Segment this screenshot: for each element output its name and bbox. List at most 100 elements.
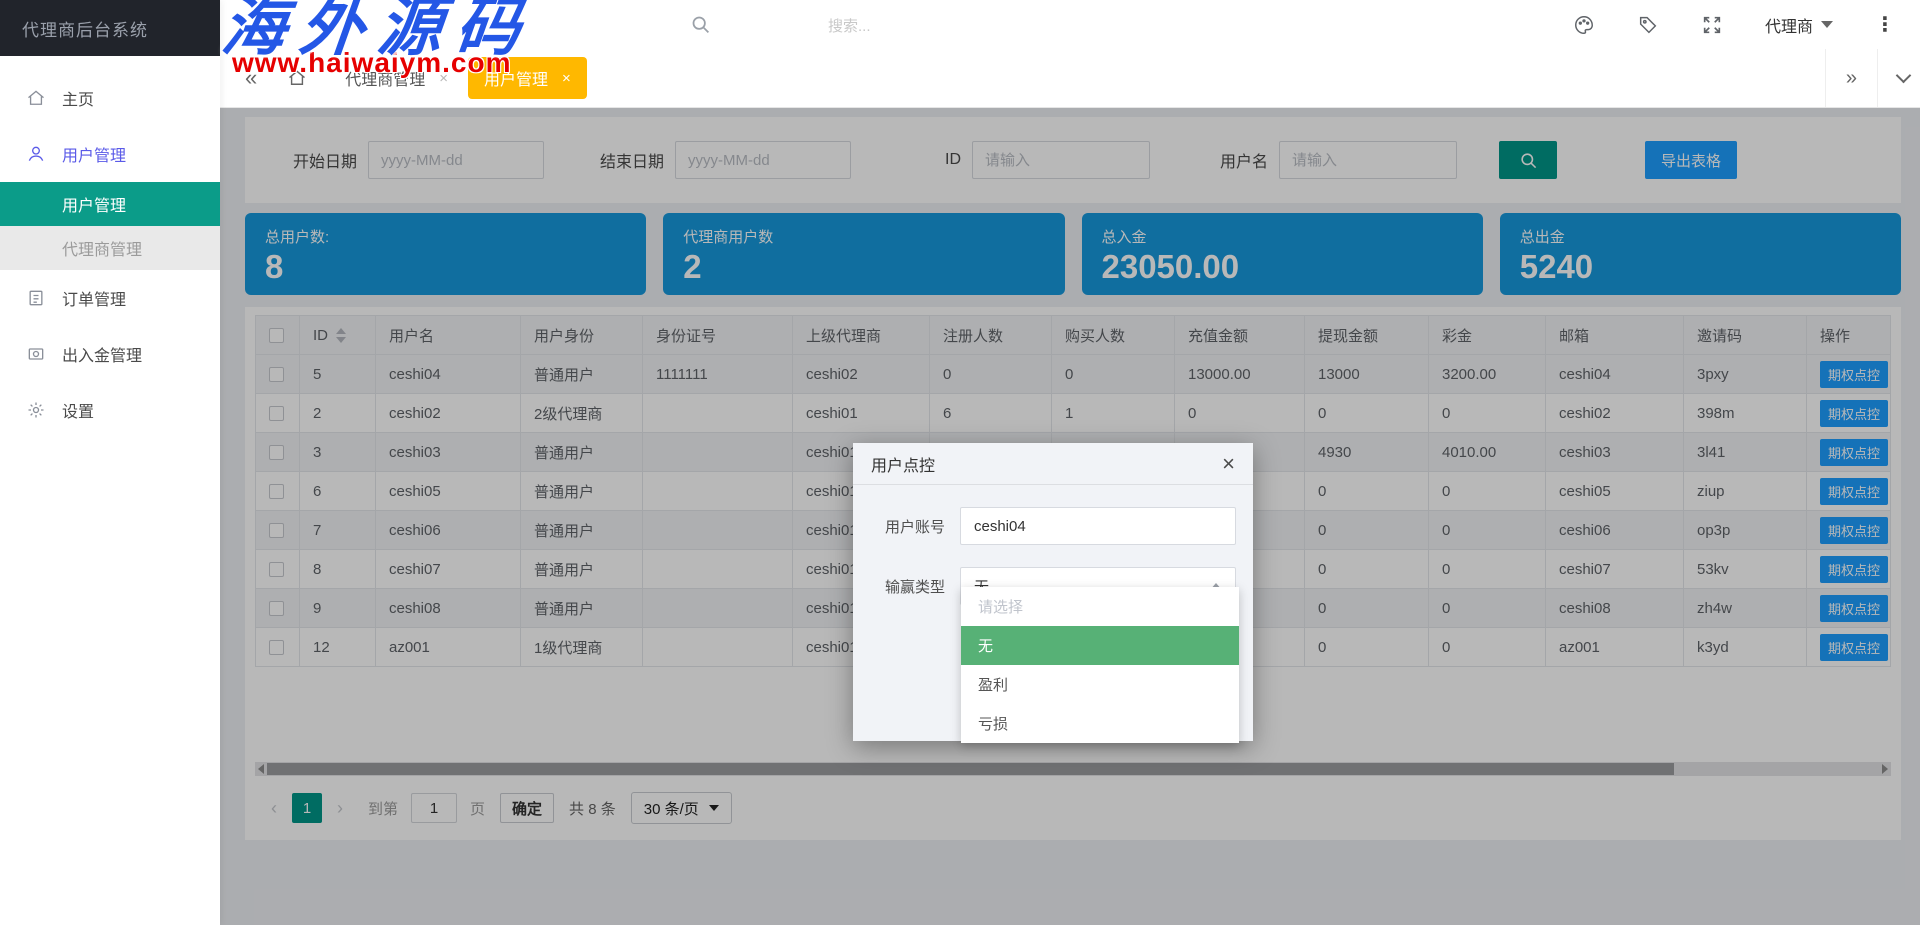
- select-all-checkbox[interactable]: [269, 328, 284, 343]
- per-page-select[interactable]: 30 条/页: [631, 792, 732, 824]
- search-button[interactable]: [1499, 141, 1557, 179]
- tab-agent-management[interactable]: 代理商管理 ×: [345, 66, 448, 90]
- scrollbar-thumb[interactable]: [267, 763, 1674, 775]
- sidebar-item-label: 设置: [62, 398, 94, 422]
- sidebar-item-home[interactable]: 主页: [0, 70, 220, 126]
- start-date-input[interactable]: [368, 141, 544, 179]
- topbar-search-placeholder[interactable]: 搜索...: [828, 15, 871, 36]
- option-control-button[interactable]: 期权点控: [1820, 556, 1888, 583]
- tabs-menu-icon[interactable]: [1877, 49, 1920, 107]
- row-checkbox[interactable]: [269, 640, 284, 655]
- confirm-page-button[interactable]: 确定: [500, 793, 554, 823]
- scroll-left-icon[interactable]: [258, 764, 264, 774]
- search-icon[interactable]: [690, 14, 711, 35]
- dropdown-option[interactable]: 请选择: [961, 587, 1239, 626]
- sidebar-item-user-management[interactable]: 用户管理: [0, 126, 220, 182]
- tabs-collapse-icon[interactable]: «: [245, 65, 257, 91]
- close-icon[interactable]: ×: [562, 70, 571, 87]
- table-cell: ceshi05: [1546, 472, 1684, 511]
- row-checkbox[interactable]: [269, 445, 284, 460]
- table-cell: 0: [1305, 589, 1429, 628]
- column-header: 邮箱: [1546, 316, 1684, 355]
- table-cell: [643, 433, 793, 472]
- account-input[interactable]: [960, 507, 1236, 545]
- row-checkbox[interactable]: [269, 406, 284, 421]
- fullscreen-icon[interactable]: [1701, 14, 1723, 36]
- option-control-button[interactable]: 期权点控: [1820, 517, 1888, 544]
- option-control-button[interactable]: 期权点控: [1820, 595, 1888, 622]
- table-cell: 0: [1305, 394, 1429, 433]
- prev-page-button[interactable]: ‹: [265, 798, 283, 819]
- table-cell: 0: [1052, 355, 1175, 394]
- option-control-button[interactable]: 期权点控: [1820, 361, 1888, 388]
- winlose-type-label: 输赢类型: [853, 576, 945, 597]
- row-checkbox[interactable]: [269, 562, 284, 577]
- id-label: ID: [945, 151, 961, 169]
- palette-icon[interactable]: [1573, 14, 1595, 36]
- tabs-expand-icon[interactable]: »: [1825, 49, 1877, 107]
- column-header: 彩金: [1429, 316, 1546, 355]
- sidebar-subitem-user-management[interactable]: 用户管理: [0, 182, 220, 226]
- table-cell: 1111111: [643, 355, 793, 394]
- action-cell: 期权点控: [1807, 355, 1891, 394]
- next-page-button[interactable]: ›: [331, 798, 349, 819]
- table-cell: ceshi05: [376, 472, 521, 511]
- tab-user-management[interactable]: 用户管理 ×: [468, 57, 587, 99]
- close-icon[interactable]: ×: [439, 70, 448, 87]
- more-dots-icon[interactable]: ⋮: [1875, 12, 1895, 37]
- option-control-button[interactable]: 期权点控: [1820, 478, 1888, 505]
- table-cell: [643, 472, 793, 511]
- home-tab-icon[interactable]: [287, 68, 307, 88]
- table-cell: 6: [300, 472, 376, 511]
- sidebar-item-funds-management[interactable]: 出入金管理: [0, 326, 220, 382]
- option-control-button[interactable]: 期权点控: [1820, 634, 1888, 661]
- action-cell: 期权点控: [1807, 394, 1891, 433]
- dropdown-option[interactable]: 盈利: [961, 665, 1239, 704]
- tag-icon[interactable]: [1637, 14, 1659, 36]
- export-table-button[interactable]: 导出表格: [1645, 141, 1737, 179]
- scroll-right-icon[interactable]: [1882, 764, 1888, 774]
- table-cell: [643, 589, 793, 628]
- row-checkbox[interactable]: [269, 523, 284, 538]
- table-cell: 普通用户: [521, 589, 643, 628]
- account-label: 用户账号: [853, 516, 945, 537]
- username-input[interactable]: [1279, 141, 1457, 179]
- row-checkbox-cell: [256, 394, 300, 433]
- table-cell: 0: [1429, 511, 1546, 550]
- dropdown-option[interactable]: 亏损: [961, 704, 1239, 743]
- sidebar-subitem-label: 代理商管理: [62, 236, 142, 260]
- horizontal-scrollbar[interactable]: [255, 762, 1891, 776]
- goto-page-input[interactable]: [411, 793, 457, 823]
- option-control-button[interactable]: 期权点控: [1820, 439, 1888, 466]
- stat-value: 2: [683, 250, 1044, 283]
- row-checkbox[interactable]: [269, 601, 284, 616]
- winlose-type-dropdown: 请选择无盈利亏损: [961, 587, 1239, 743]
- row-checkbox[interactable]: [269, 484, 284, 499]
- end-date-input[interactable]: [675, 141, 851, 179]
- dropdown-option[interactable]: 无: [961, 626, 1239, 665]
- sidebar-item-settings[interactable]: 设置: [0, 382, 220, 438]
- table-cell: 3pxy: [1684, 355, 1807, 394]
- gear-icon: [26, 400, 46, 420]
- sidebar-subitem-agent-management[interactable]: 代理商管理: [0, 226, 220, 270]
- row-checkbox[interactable]: [269, 367, 284, 382]
- stat-card-total-deposit: 总入金 23050.00: [1082, 213, 1483, 295]
- table-cell: 0: [1429, 550, 1546, 589]
- current-page-button[interactable]: 1: [292, 793, 322, 823]
- modal-close-icon[interactable]: ×: [1222, 453, 1235, 475]
- action-cell: 期权点控: [1807, 511, 1891, 550]
- checkbox-header: [256, 316, 300, 355]
- stat-label: 总用户数:: [265, 226, 626, 247]
- column-header: ID: [300, 316, 376, 355]
- action-cell: 期权点控: [1807, 550, 1891, 589]
- column-header: 购买人数: [1052, 316, 1175, 355]
- pagination: ‹ 1 › 到第 页 确定 共 8 条 30 条/页: [255, 776, 1891, 840]
- column-header: 操作: [1807, 316, 1891, 355]
- sidebar-item-order-management[interactable]: 订单管理: [0, 270, 220, 326]
- id-input[interactable]: [972, 141, 1150, 179]
- table-cell: 0: [1305, 511, 1429, 550]
- table-cell: ziup: [1684, 472, 1807, 511]
- option-control-button[interactable]: 期权点控: [1820, 400, 1888, 427]
- sort-icon[interactable]: [336, 328, 346, 343]
- user-menu[interactable]: 代理商: [1765, 13, 1833, 37]
